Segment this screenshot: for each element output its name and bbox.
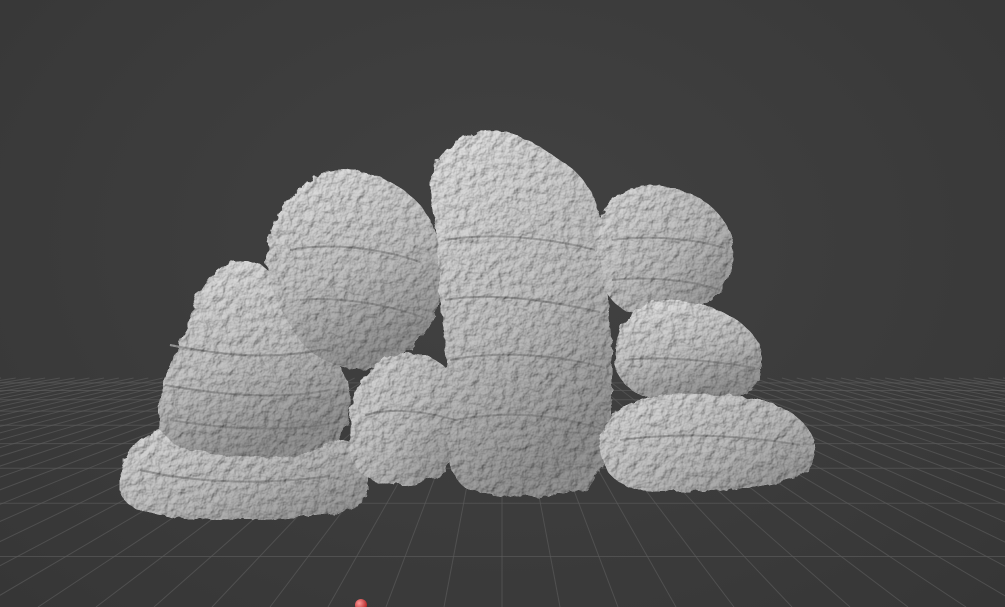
grid-line (781, 377, 1005, 441)
grid-line (855, 377, 1005, 412)
viewport-canvas[interactable] (0, 0, 1005, 607)
rock-middle-low (349, 353, 462, 486)
rock-sculpt-model[interactable] (119, 130, 816, 520)
origin-dot-icon (355, 599, 367, 607)
grid-line (0, 377, 75, 393)
rock-center-column (430, 130, 612, 497)
3d-viewport[interactable] (0, 0, 1005, 607)
rock-middle-right (614, 300, 763, 402)
rock-upper-right (597, 186, 734, 314)
grid-line (0, 377, 2, 379)
grid-line (826, 377, 1005, 422)
